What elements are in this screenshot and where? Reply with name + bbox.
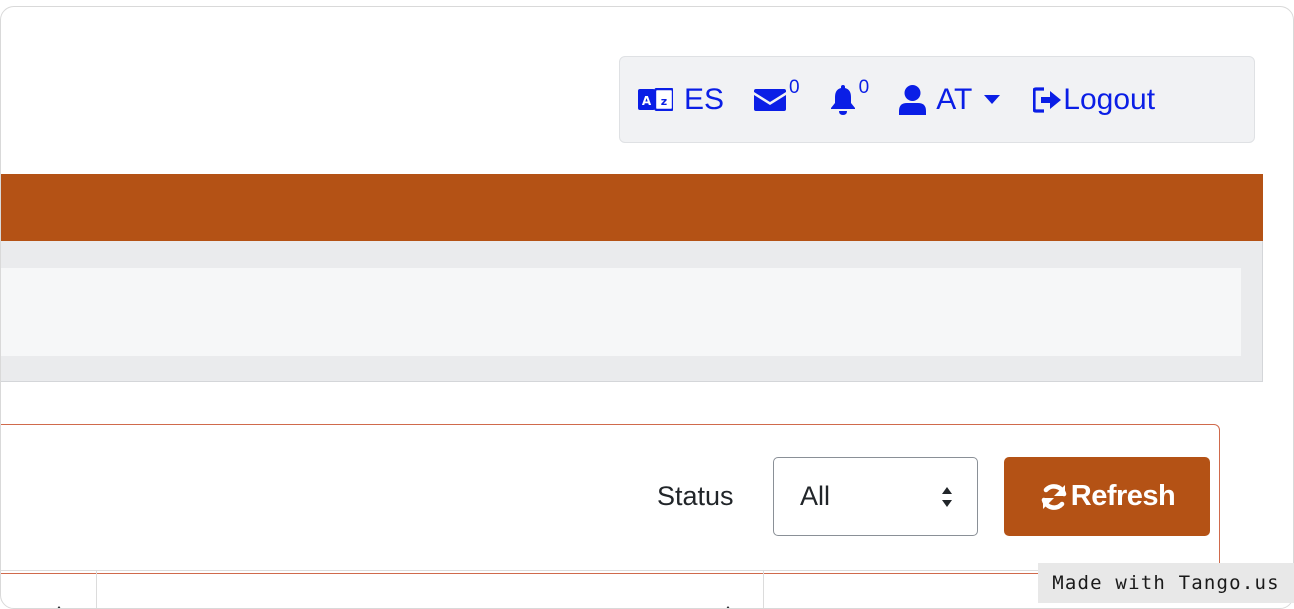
svg-text:A: A (642, 94, 652, 108)
content-header (1, 241, 1263, 382)
notifications-link[interactable]: 0 (830, 78, 869, 115)
browser-frame: A z ES 0 0 AT Logout Status All Refresh (0, 6, 1294, 609)
logout-label: Logout (1063, 82, 1156, 116)
status-select[interactable]: All (773, 457, 978, 536)
column-divider (96, 571, 97, 608)
language-icon: A z (638, 88, 673, 111)
bell-icon (830, 84, 855, 115)
status-select-value: All (800, 481, 831, 511)
breadcrumb-area (1, 268, 1241, 356)
column-divider (763, 571, 764, 608)
language-switcher[interactable]: A z ES (638, 82, 725, 116)
user-icon (899, 84, 927, 115)
notifications-count: 0 (858, 77, 870, 98)
logout-icon (1033, 86, 1062, 113)
refresh-label: Refresh (1070, 480, 1176, 512)
messages-link[interactable]: 0 (754, 78, 800, 111)
refresh-button[interactable]: Refresh (1004, 457, 1210, 536)
caret-down-icon (984, 95, 1001, 104)
select-caret-icon (942, 487, 952, 507)
messages-count: 0 (789, 77, 800, 98)
tango-watermark: Made with Tango.us (1038, 563, 1294, 603)
status-filter-label: Status (657, 481, 734, 511)
logout-link[interactable]: Logout (1033, 82, 1156, 116)
top-navbar: A z ES 0 0 AT Logout (619, 56, 1255, 143)
svg-text:z: z (661, 95, 667, 108)
envelope-icon (754, 88, 787, 111)
language-label: ES (684, 82, 725, 116)
header-bar (1, 174, 1263, 241)
user-menu[interactable]: AT (899, 82, 1001, 116)
refresh-icon (1041, 483, 1067, 510)
user-initials: AT (936, 82, 973, 116)
